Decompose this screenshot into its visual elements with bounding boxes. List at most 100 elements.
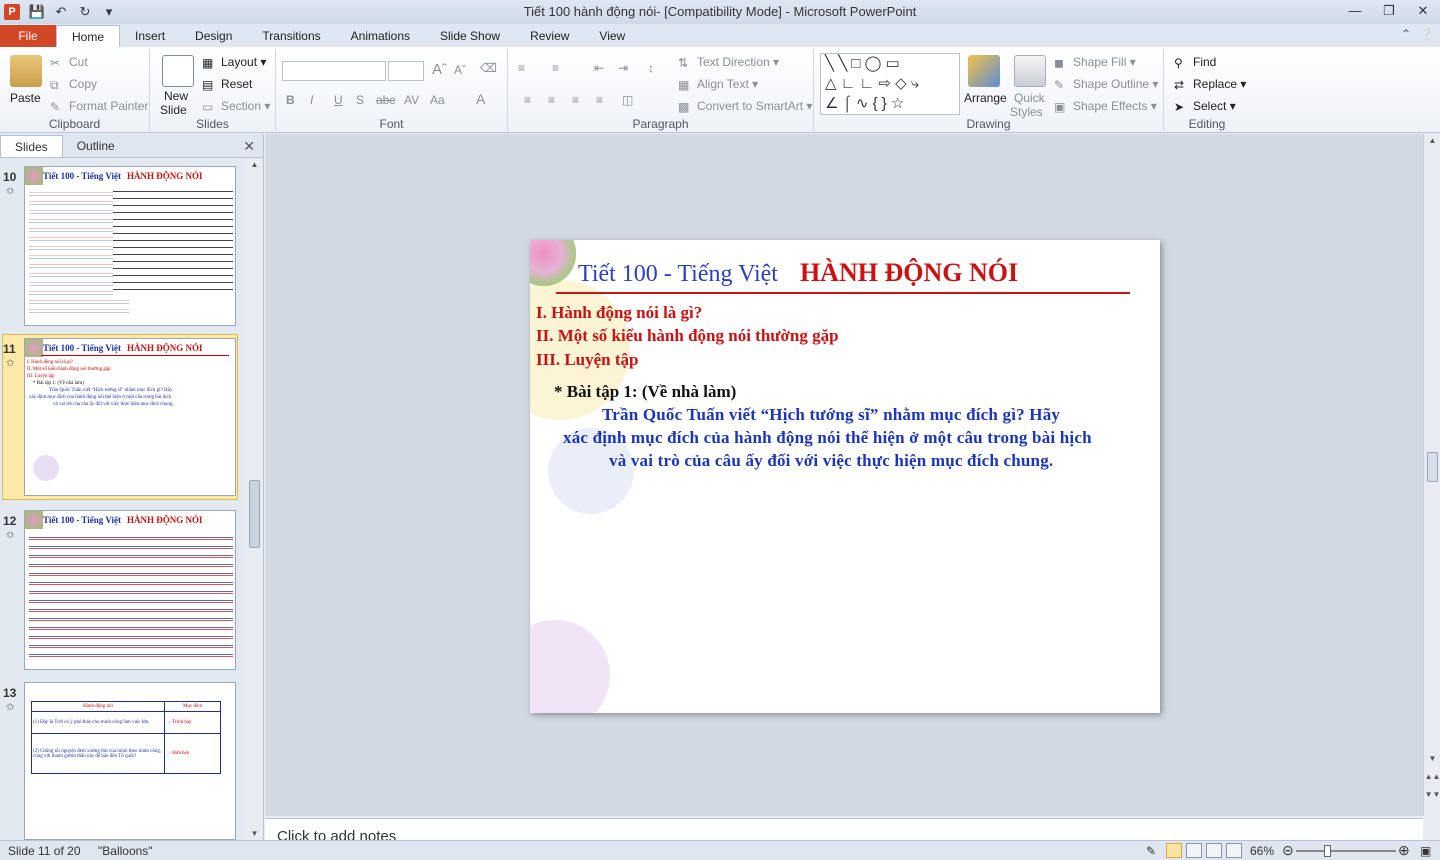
- quick-styles-label-1[interactable]: Quick: [1014, 91, 1045, 105]
- arrange-button[interactable]: Arrange: [964, 91, 1007, 105]
- undo-icon[interactable]: ↶: [52, 4, 70, 20]
- tab-transitions[interactable]: Transitions: [247, 25, 335, 47]
- minimize-ribbon-icon[interactable]: ⌃: [1401, 27, 1411, 41]
- previous-slide-icon[interactable]: ▲▲: [1424, 772, 1440, 781]
- increase-indent-icon[interactable]: ⇥: [618, 61, 628, 75]
- exercise-heading[interactable]: * Bài tập 1: (Về nhà làm): [554, 382, 736, 402]
- editor-scrollbar[interactable]: ▲ ▼ ▲▲ ▼▼: [1423, 134, 1440, 816]
- powerpoint-logo-icon[interactable]: P: [4, 4, 20, 20]
- decrease-indent-icon[interactable]: ⇤: [594, 61, 604, 75]
- slide-item-1[interactable]: I. Hành động nói là gì?: [536, 303, 702, 323]
- save-icon[interactable]: 💾: [28, 4, 46, 20]
- scroll-down-icon[interactable]: ▼: [246, 829, 263, 838]
- scroll-thumb[interactable]: [1427, 452, 1438, 482]
- reset-button[interactable]: ▤ Reset: [202, 77, 252, 92]
- italic-icon[interactable]: I: [310, 93, 313, 107]
- normal-view-icon[interactable]: [1166, 843, 1182, 858]
- exercise-line-1[interactable]: Trần Quốc Tuấn viết “Hịch tướng sĩ” nhằm…: [602, 405, 1060, 425]
- quick-styles-icon[interactable]: [1014, 55, 1046, 87]
- restore-icon[interactable]: ❐: [1372, 0, 1406, 22]
- notes-placeholder[interactable]: Click to add notes: [277, 828, 396, 840]
- paste-button[interactable]: Paste: [10, 91, 41, 105]
- paste-icon[interactable]: [10, 55, 42, 87]
- bullets-icon[interactable]: ≡: [518, 61, 525, 75]
- minimize-icon[interactable]: —: [1338, 0, 1372, 22]
- reading-view-icon[interactable]: [1206, 843, 1222, 858]
- char-spacing-icon[interactable]: AV: [404, 93, 419, 107]
- zoom-out-icon[interactable]: ⊝: [1282, 842, 1294, 859]
- redo-icon[interactable]: ↻: [76, 4, 94, 20]
- slide-sorter-icon[interactable]: [1186, 843, 1202, 858]
- scroll-up-icon[interactable]: ▲: [246, 160, 263, 169]
- slides-pane-scrollbar[interactable]: ▲ ▼: [246, 158, 263, 840]
- tab-view[interactable]: View: [584, 25, 640, 47]
- change-case-icon[interactable]: Aa: [430, 93, 445, 107]
- help-icon[interactable]: ❔: [1419, 27, 1434, 41]
- numbering-icon[interactable]: ≡: [552, 61, 559, 75]
- new-slide-label-1[interactable]: New: [164, 89, 188, 103]
- shrink-font-icon[interactable]: Aˇ: [454, 63, 466, 77]
- scroll-down-icon[interactable]: ▼: [1424, 754, 1440, 763]
- clear-format-icon[interactable]: ⌫: [480, 61, 497, 75]
- tab-home[interactable]: Home: [56, 25, 121, 47]
- grow-font-icon[interactable]: Aˆ: [432, 61, 447, 78]
- new-slide-label-2[interactable]: Slide: [160, 103, 187, 117]
- spellcheck-icon[interactable]: ✎: [1146, 844, 1156, 858]
- tab-insert[interactable]: Insert: [120, 25, 180, 47]
- customize-qat-icon[interactable]: ▾: [100, 4, 118, 20]
- slide-show-icon[interactable]: [1226, 843, 1242, 858]
- cut-button[interactable]: ✂ Cut: [50, 55, 88, 70]
- find-button[interactable]: ⚲ Find: [1174, 55, 1216, 70]
- new-slide-icon[interactable]: [162, 55, 194, 87]
- tab-review[interactable]: Review: [515, 25, 584, 47]
- zoom-slider[interactable]: [1296, 850, 1396, 852]
- font-family-select[interactable]: [282, 61, 386, 81]
- justify-icon[interactable]: ≡: [596, 93, 603, 107]
- align-left-icon[interactable]: ≡: [524, 93, 531, 107]
- convert-smartart-button[interactable]: ▩ Convert to SmartArt ▾: [678, 99, 812, 114]
- shadow-icon[interactable]: S: [356, 93, 364, 107]
- tab-outline[interactable]: Outline: [63, 135, 129, 157]
- tab-file[interactable]: File: [0, 25, 56, 47]
- slide-thumbnail-13[interactable]: Hành động nói Mục đích (1) Đây là Trời c…: [24, 682, 236, 840]
- shape-effects-button[interactable]: ▣ Shape Effects ▾: [1054, 99, 1157, 114]
- notes-pane[interactable]: Click to add notes: [265, 818, 1423, 840]
- align-right-icon[interactable]: ≡: [572, 93, 579, 107]
- align-center-icon[interactable]: ≡: [548, 93, 555, 107]
- tab-animations[interactable]: Animations: [336, 25, 425, 47]
- slide-thumbnail-11[interactable]: Tiết 100 - Tiếng Việt HÀNH ĐỘNG NÓI I. Hà…: [24, 338, 236, 496]
- next-slide-icon[interactable]: ▼▼: [1424, 790, 1440, 799]
- zoom-level[interactable]: 66%: [1250, 844, 1274, 858]
- slide-thumbnail-10[interactable]: Tiết 100 - Tiếng Việt HÀNH ĐỘNG NÓI: [24, 166, 236, 326]
- section-button[interactable]: ▭ Section ▾: [202, 99, 270, 114]
- shape-fill-button[interactable]: ◼ Shape Fill ▾: [1054, 55, 1136, 70]
- bold-icon[interactable]: B: [286, 93, 295, 107]
- fit-to-window-icon[interactable]: ▣: [1420, 844, 1431, 858]
- tab-design[interactable]: Design: [180, 25, 247, 47]
- shapes-gallery[interactable]: ╲ ╲ □ ◯ ▭ △ ∟ ∟ ⇨ ◇ ⤷ ∠ ⌠ ∿ { } ☆: [820, 53, 960, 115]
- exercise-line-3[interactable]: và vai trò của câu ấy đối với việc thực …: [609, 451, 1053, 471]
- layout-button[interactable]: ▦ Layout ▾: [202, 55, 266, 70]
- underline-icon[interactable]: U: [334, 93, 343, 107]
- replace-button[interactable]: ⇄ Replace ▾: [1174, 77, 1246, 92]
- scroll-thumb[interactable]: [249, 480, 260, 548]
- slide-title[interactable]: Tiết 100 - Tiếng Việt HÀNH ĐỘNG NÓI: [578, 258, 1018, 288]
- zoom-slider-knob[interactable]: [1324, 845, 1331, 857]
- current-slide[interactable]: Tiết 100 - Tiếng Việt HÀNH ĐỘNG NÓI I. Hà…: [530, 240, 1160, 713]
- line-spacing-icon[interactable]: ↕: [648, 61, 654, 75]
- strikethrough-icon[interactable]: abc: [376, 93, 395, 107]
- scroll-up-icon[interactable]: ▲: [1424, 136, 1440, 145]
- close-pane-icon[interactable]: ✕: [243, 138, 255, 155]
- slide-thumbnail-12[interactable]: Tiết 100 - Tiếng Việt HÀNH ĐỘNG NÓI: [24, 510, 236, 670]
- format-painter-button[interactable]: ✎ Format Painter: [50, 99, 148, 114]
- zoom-in-icon[interactable]: ⊕: [1398, 842, 1410, 859]
- arrange-icon[interactable]: [968, 55, 1000, 87]
- align-text-button[interactable]: ▦ Align Text ▾: [678, 77, 758, 92]
- slide-item-2[interactable]: II. Một số kiểu hành động nói thường gặp: [536, 326, 839, 346]
- text-direction-button[interactable]: ⇅ Text Direction ▾: [678, 55, 779, 70]
- slide-item-3[interactable]: III. Luyện tập: [536, 350, 639, 370]
- shape-outline-button[interactable]: ✎ Shape Outline ▾: [1054, 77, 1158, 92]
- close-icon[interactable]: ✕: [1406, 0, 1440, 22]
- columns-icon[interactable]: ◫: [622, 93, 633, 107]
- tab-slides[interactable]: Slides: [0, 135, 63, 157]
